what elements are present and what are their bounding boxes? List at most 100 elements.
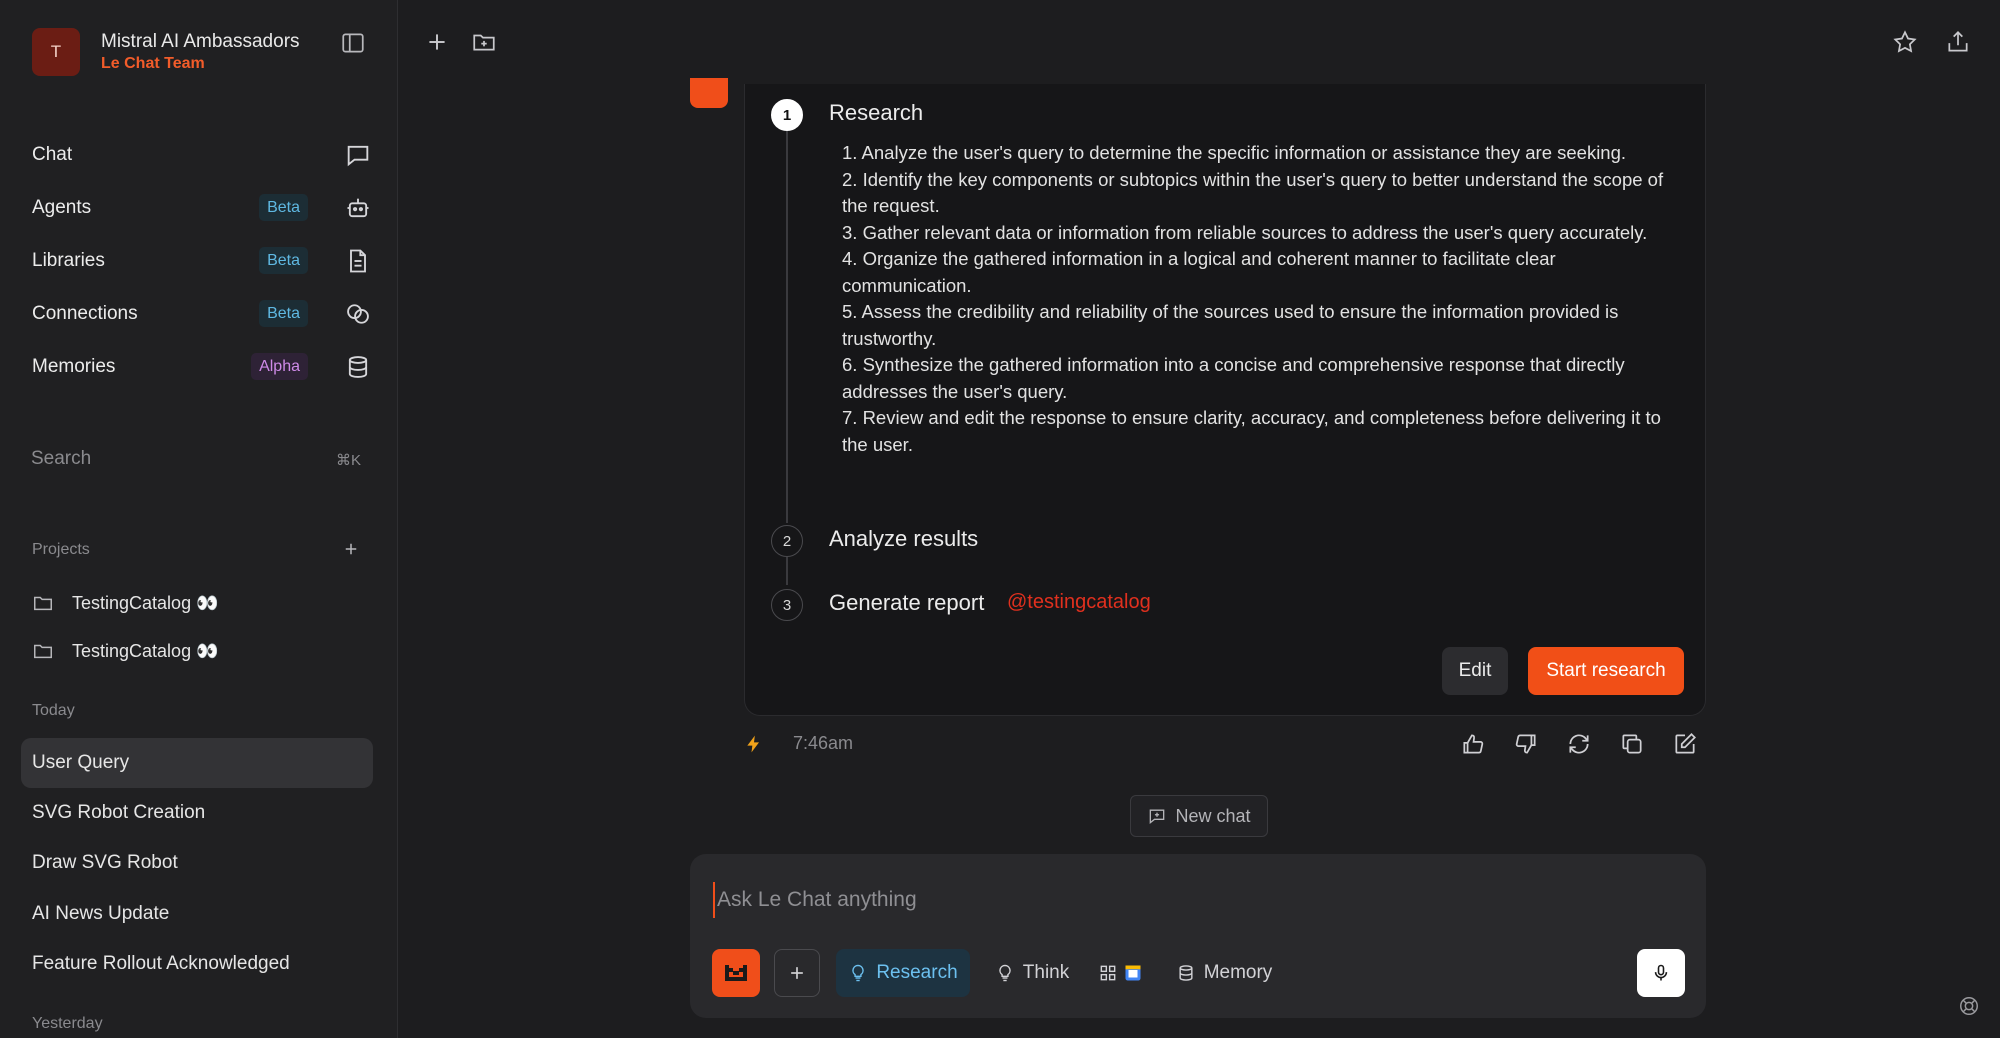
help-lifebuoy-icon[interactable] (1958, 995, 1980, 1017)
alpha-badge: Alpha (251, 353, 308, 380)
folder-icon (34, 596, 52, 611)
nav-item-label: Memories (32, 355, 116, 377)
chat-input[interactable] (713, 882, 1613, 918)
sidebar-toggle-icon[interactable] (340, 30, 366, 56)
history-item[interactable]: Draw SVG Robot (21, 838, 373, 888)
step-title: Analyze results (829, 526, 979, 551)
nav-item-libraries[interactable]: Libraries Beta (32, 234, 372, 287)
star-icon[interactable] (1892, 29, 1918, 55)
project-item[interactable]: TestingCatalog 👀 (32, 640, 219, 662)
research-item: 7. Review and edit the response to ensur… (842, 407, 1661, 455)
nav-item-chat[interactable]: Chat (32, 128, 372, 181)
database-icon (1179, 965, 1193, 981)
folder-icon (34, 644, 52, 659)
project-name: TestingCatalog 👀 (72, 592, 219, 613)
agent-picker-button[interactable] (712, 949, 760, 997)
search-label: Search (31, 448, 92, 469)
chat-plus-icon (1150, 809, 1165, 825)
add-project-icon[interactable] (342, 540, 360, 558)
history-title: User Query (32, 752, 130, 773)
research-item: 1. Analyze the user's query to determine… (842, 142, 1627, 163)
step-connector (786, 131, 788, 523)
project-item[interactable]: TestingCatalog 👀 (32, 592, 219, 614)
think-toggle[interactable]: Think (990, 949, 1074, 997)
step-number: 1 (771, 99, 803, 131)
regenerate-icon[interactable] (1566, 731, 1592, 757)
copy-icon[interactable] (1619, 731, 1645, 757)
beta-badge: Beta (259, 247, 308, 274)
lightbulb-icon (999, 964, 1011, 982)
edit-plan-button[interactable]: Edit (1442, 647, 1508, 695)
edit-note-icon[interactable] (1672, 731, 1698, 757)
start-research-button[interactable]: Start research (1528, 647, 1684, 695)
microphone-button[interactable] (1637, 949, 1685, 997)
plus-icon (791, 967, 803, 979)
history-item[interactable]: AI News Update (21, 889, 373, 939)
composer: Research Think Memory (690, 854, 1706, 1018)
mistral-logo-icon (725, 965, 747, 981)
database-icon (348, 356, 368, 378)
memory-label: Memory (1203, 962, 1273, 983)
nav-item-agents[interactable]: Agents Beta (32, 181, 372, 234)
workspace-switcher[interactable]: T Mistral AI Ambassadors Le Chat Team (32, 28, 300, 76)
history-yesterday-heading: Yesterday (32, 1015, 103, 1032)
lightning-icon (747, 735, 759, 753)
research-item: 5. Assess the credibility and reliabilit… (842, 301, 1619, 349)
folder-plus-icon[interactable] (471, 29, 497, 55)
step-connector (786, 557, 788, 585)
microphone-icon (1654, 964, 1668, 981)
nav-item-label: Connections (32, 302, 138, 324)
attach-button[interactable] (774, 949, 820, 997)
workspace-team: Le Chat Team (101, 55, 205, 72)
step-title: Generate report (829, 590, 985, 615)
new-chat-button[interactable]: New chat (1130, 795, 1268, 837)
app-root: T Mistral AI Ambassadors Le Chat Team Ch… (0, 0, 2000, 1038)
grid-icon (1100, 965, 1116, 981)
nav-item-memories[interactable]: Memories Alpha (32, 340, 372, 393)
memory-toggle[interactable]: Memory (1166, 949, 1282, 997)
nav-item-connections[interactable]: Connections Beta (32, 287, 372, 340)
thumbs-up-icon[interactable] (1460, 731, 1486, 757)
lightbulb-icon (852, 964, 865, 982)
history-item[interactable]: User Query (21, 738, 373, 788)
new-chat-plus-icon[interactable] (424, 29, 450, 55)
sidebar-search[interactable]: Search ⌘K (31, 448, 361, 474)
main-nav: Chat Agents Beta Libraries Beta Connecti… (32, 128, 372, 393)
think-label: Think (1022, 962, 1070, 983)
research-item: 2. Identify the key components or subtop… (842, 168, 1664, 217)
history-today-heading: Today (32, 702, 75, 719)
nav-item-label: Chat (32, 143, 73, 165)
project-name: TestingCatalog 👀 (72, 640, 219, 661)
research-step-list: 1. Analyze the user's query to determine… (842, 140, 1672, 458)
new-chat-label: New chat (1175, 805, 1251, 826)
history-title: SVG Robot Creation (32, 802, 206, 823)
history-title: Draw SVG Robot (32, 852, 178, 873)
mistral-logo-icon (690, 78, 728, 108)
projects-heading: Projects (32, 541, 90, 558)
robot-icon (347, 198, 369, 218)
message-timestamp: 7:46am (793, 733, 854, 753)
step-title: Research (829, 100, 924, 125)
history-title: Feature Rollout Acknowledged (32, 953, 290, 974)
document-icon (350, 249, 366, 273)
search-shortcut: ⌘K (335, 452, 361, 469)
history-item[interactable]: SVG Robot Creation (21, 788, 373, 838)
share-icon[interactable] (1945, 29, 1971, 55)
history-item[interactable]: Feature Rollout Acknowledged (21, 939, 373, 989)
research-toggle[interactable]: Research (836, 949, 970, 997)
beta-badge: Beta (259, 194, 308, 221)
link-circles-icon (347, 304, 369, 324)
research-label: Research (876, 962, 958, 983)
thumbs-down-icon[interactable] (1513, 731, 1539, 757)
mention-link[interactable]: @testingcatalog (1007, 591, 1151, 614)
step-number: 3 (771, 589, 803, 621)
calendar-app-icon (1125, 965, 1141, 981)
workspace-name: Mistral AI Ambassadors (101, 31, 300, 52)
tools-button[interactable] (1090, 949, 1150, 997)
research-item: 3. Gather relevant data or information f… (842, 221, 1648, 243)
nav-item-label: Libraries (32, 249, 105, 271)
nav-item-label: Agents (32, 196, 92, 218)
history-title: AI News Update (32, 903, 170, 924)
sidebar: T Mistral AI Ambassadors Le Chat Team Ch… (0, 0, 398, 1038)
workspace-avatar: T (32, 28, 80, 76)
